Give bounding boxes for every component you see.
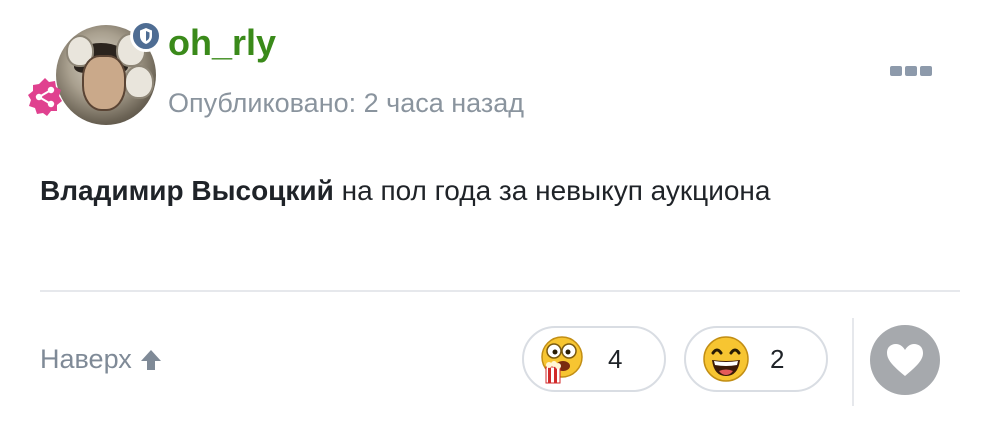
reaction-popcorn-button[interactable]: 4 — [522, 326, 666, 392]
go-top-label: Наверх — [40, 344, 132, 374]
laughing-emoji-icon — [703, 336, 749, 382]
vertical-divider — [852, 318, 854, 406]
published-time: Опубликовано: 2 часа назад — [168, 88, 525, 118]
shield-badge-icon — [130, 20, 162, 52]
author-avatar-block[interactable] — [28, 20, 162, 130]
divider — [40, 290, 960, 292]
more-dot — [905, 66, 917, 76]
share-badge-icon — [24, 76, 66, 118]
more-dot — [920, 66, 932, 76]
reaction-count: 2 — [770, 343, 785, 374]
username-link[interactable]: oh_rly — [168, 22, 276, 64]
like-button[interactable] — [870, 325, 940, 395]
post-mention[interactable]: Владимир Высоцкий — [40, 175, 334, 206]
popcorn-eyes-emoji-icon — [541, 336, 583, 384]
reaction-laugh-button[interactable]: 2 — [684, 326, 828, 392]
avatar-skull — [124, 65, 154, 99]
more-dot — [890, 66, 902, 76]
heart-icon — [887, 344, 923, 376]
go-top-link[interactable]: Наверх — [40, 344, 164, 375]
post-text-rest: на пол года за невыкуп аукциона — [333, 175, 771, 206]
more-dots-icon[interactable] — [890, 66, 932, 78]
reaction-count: 4 — [608, 343, 623, 374]
arrow-up-icon — [140, 349, 161, 370]
avatar-face — [82, 55, 126, 111]
post-body: Владимир Высоцкий на пол года за невыкуп… — [40, 175, 770, 207]
